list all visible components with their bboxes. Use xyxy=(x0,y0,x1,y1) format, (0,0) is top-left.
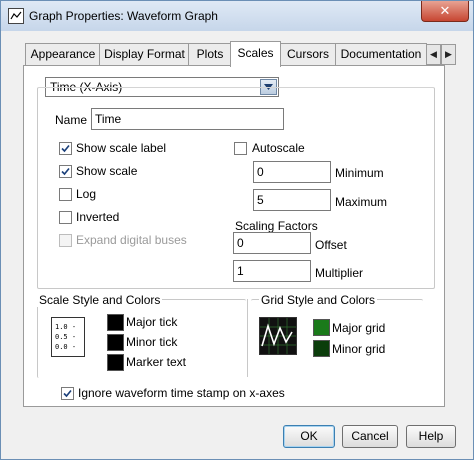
maximum-input[interactable]: 5 xyxy=(253,189,331,211)
tab-scroll-right-icon[interactable]: ▶ xyxy=(441,44,456,65)
show-scale-label-label: Show scale label xyxy=(76,141,167,155)
tab-scales[interactable]: Scales xyxy=(230,41,281,67)
major-grid-label: Major grid xyxy=(332,321,386,335)
log-label: Log xyxy=(76,187,97,201)
name-input-value: Time xyxy=(95,112,122,126)
minor-grid-label: Minor grid xyxy=(332,342,386,356)
autoscale-label: Autoscale xyxy=(252,141,305,155)
tab-cursors[interactable]: Cursors xyxy=(279,43,337,65)
graph-window-icon xyxy=(8,8,24,24)
multiplier-input[interactable]: 1 xyxy=(233,260,311,282)
multiplier-label: Multiplier xyxy=(315,266,364,280)
minimum-input-value: 0 xyxy=(257,165,264,179)
scale-style-icon[interactable]: 1.0 - 0.5 - 0.0 - xyxy=(51,317,85,357)
offset-input-value: 0 xyxy=(237,236,244,250)
minor-grid-color-swatch[interactable] xyxy=(313,340,330,357)
grid-style-title: Grid Style and Colors xyxy=(259,293,378,307)
scaling-factors-title: Scaling Factors xyxy=(235,219,318,233)
offset-label: Offset xyxy=(315,238,347,252)
minor-tick-label: Minor tick xyxy=(126,335,178,349)
major-grid-color-swatch[interactable] xyxy=(313,319,330,336)
offset-input[interactable]: 0 xyxy=(233,232,311,254)
name-label: Name xyxy=(55,113,88,127)
expand-digital-buses-label: Expand digital buses xyxy=(76,233,187,247)
maximum-input-value: 5 xyxy=(257,193,264,207)
maximum-label: Maximum xyxy=(335,195,388,209)
log-checkbox[interactable] xyxy=(59,188,72,201)
dialog-window: Graph Properties: Waveform Graph ✕ Appea… xyxy=(0,0,474,460)
major-tick-color-swatch[interactable] xyxy=(107,314,124,331)
ok-button[interactable]: OK xyxy=(283,425,335,448)
minor-tick-color-swatch[interactable] xyxy=(107,334,124,351)
close-button[interactable]: ✕ xyxy=(421,1,469,22)
tab-plots[interactable]: Plots xyxy=(188,43,232,65)
group-divider xyxy=(247,299,248,377)
tab-appearance[interactable]: Appearance xyxy=(25,43,101,65)
ignore-timestamp-checkbox[interactable] xyxy=(61,387,74,400)
show-scale-label-checkbox[interactable] xyxy=(59,142,72,155)
ignore-timestamp-label: Ignore waveform time stamp on x-axes xyxy=(78,386,285,400)
tab-scroll-left-icon[interactable]: ◀ xyxy=(426,44,441,65)
show-scale-label-text: Show scale xyxy=(76,164,138,178)
grid-style-icon[interactable] xyxy=(259,317,297,355)
cancel-button[interactable]: Cancel xyxy=(342,425,398,448)
window-title: Graph Properties: Waveform Graph xyxy=(29,9,218,23)
marker-text-color-swatch[interactable] xyxy=(107,354,124,371)
autoscale-checkbox[interactable] xyxy=(234,142,247,155)
inverted-checkbox[interactable] xyxy=(59,211,72,224)
show-scale-checkbox[interactable] xyxy=(59,165,72,178)
scale-icon-line-1: 1.0 - xyxy=(55,323,77,331)
help-button[interactable]: Help xyxy=(406,425,456,448)
minimum-label: Minimum xyxy=(335,166,384,180)
inverted-label: Inverted xyxy=(76,210,120,224)
title-bar: Graph Properties: Waveform Graph ✕ xyxy=(1,1,473,31)
scale-style-title: Scale Style and Colors xyxy=(37,293,163,307)
multiplier-input-value: 1 xyxy=(237,264,244,278)
name-input[interactable]: Time xyxy=(91,108,284,130)
scale-icon-line-3: 0.0 - xyxy=(55,343,77,351)
expand-digital-buses-checkbox[interactable] xyxy=(59,234,72,247)
marker-text-label: Marker text xyxy=(126,355,187,369)
tab-documentation[interactable]: Documentation xyxy=(335,43,427,65)
minimum-input[interactable]: 0 xyxy=(253,161,331,183)
tab-display-format[interactable]: Display Format xyxy=(99,43,190,65)
major-tick-label: Major tick xyxy=(126,315,178,329)
scale-icon-line-2: 0.5 - xyxy=(55,333,77,341)
